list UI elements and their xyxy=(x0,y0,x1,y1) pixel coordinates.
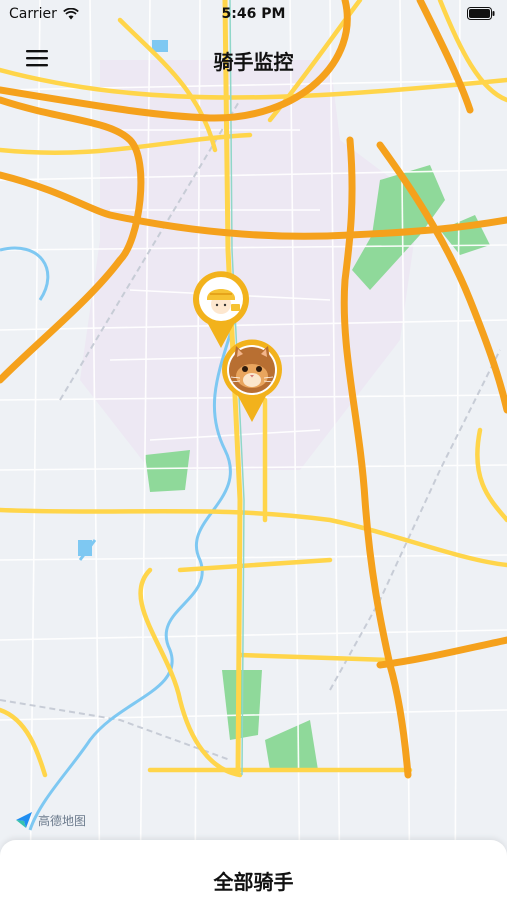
hamburger-menu-icon xyxy=(26,50,48,67)
map-provider-text: 高德地图 xyxy=(38,813,87,828)
rider-marker-cat[interactable] xyxy=(218,338,286,428)
navigation-bar: 骑手监控 xyxy=(0,40,507,80)
map-view[interactable] xyxy=(0,0,507,900)
amap-arrow-icon xyxy=(16,812,32,828)
menu-button[interactable] xyxy=(24,48,54,72)
battery-icon xyxy=(467,7,495,20)
bottom-sheet[interactable]: 全部骑手 xyxy=(0,840,507,920)
all-riders-title: 全部骑手 xyxy=(213,870,294,894)
map-provider-logo: 高德地图 xyxy=(14,810,86,830)
status-time: 5:46 PM xyxy=(221,6,286,22)
page-title: 骑手监控 xyxy=(213,50,294,74)
cat-avatar xyxy=(229,346,275,393)
status-bar: Carrier 5:46 PM xyxy=(0,0,507,28)
